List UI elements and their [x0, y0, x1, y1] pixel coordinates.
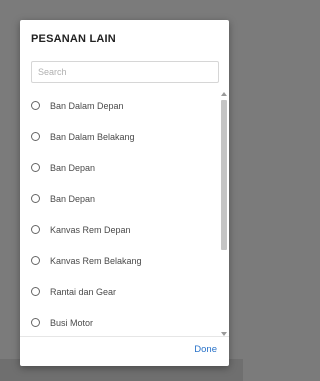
dialog-title: PESANAN LAIN	[31, 33, 116, 45]
list-item[interactable]: Ban Depan	[20, 183, 229, 214]
list-item[interactable]: Busi Motor	[20, 307, 229, 336]
pesanan-lain-dialog: PESANAN LAIN Ban Dalam Depan Ban Dalam B…	[20, 20, 229, 366]
radio-button[interactable]	[31, 225, 40, 234]
list-item[interactable]: Kanvas Rem Belakang	[20, 245, 229, 276]
radio-button[interactable]	[31, 163, 40, 172]
search-input[interactable]	[31, 61, 219, 83]
list-item[interactable]: Rantai dan Gear	[20, 276, 229, 307]
list-item-label: Ban Dalam Belakang	[50, 131, 135, 142]
radio-button[interactable]	[31, 194, 40, 203]
scroll-up-arrow-icon[interactable]	[221, 92, 227, 96]
radio-button[interactable]	[31, 287, 40, 296]
list-item[interactable]: Ban Dalam Belakang	[20, 121, 229, 152]
radio-button[interactable]	[31, 318, 40, 327]
footer-divider	[20, 336, 229, 337]
list-item-label: Ban Depan	[50, 162, 96, 173]
list-item-label: Busi Motor	[50, 317, 94, 328]
options-list-container[interactable]: Ban Dalam Depan Ban Dalam Belakang Ban D…	[20, 90, 229, 336]
list-item-label: Kanvas Rem Depan	[50, 224, 131, 235]
done-button[interactable]: Done	[192, 342, 219, 357]
list-item-label: Kanvas Rem Belakang	[50, 255, 142, 266]
scroll-thumb[interactable]	[221, 100, 227, 250]
list-item-label: Rantai dan Gear	[50, 286, 117, 297]
radio-button[interactable]	[31, 256, 40, 265]
options-list: Ban Dalam Depan Ban Dalam Belakang Ban D…	[20, 90, 229, 336]
radio-button[interactable]	[31, 101, 40, 110]
list-scrollbar[interactable]	[221, 92, 227, 336]
list-item[interactable]: Kanvas Rem Depan	[20, 214, 229, 245]
list-item-label: Ban Depan	[50, 193, 96, 204]
radio-button[interactable]	[31, 132, 40, 141]
list-item-label: Ban Dalam Depan	[50, 100, 124, 111]
list-item[interactable]: Ban Dalam Depan	[20, 90, 229, 121]
list-item[interactable]: Ban Depan	[20, 152, 229, 183]
